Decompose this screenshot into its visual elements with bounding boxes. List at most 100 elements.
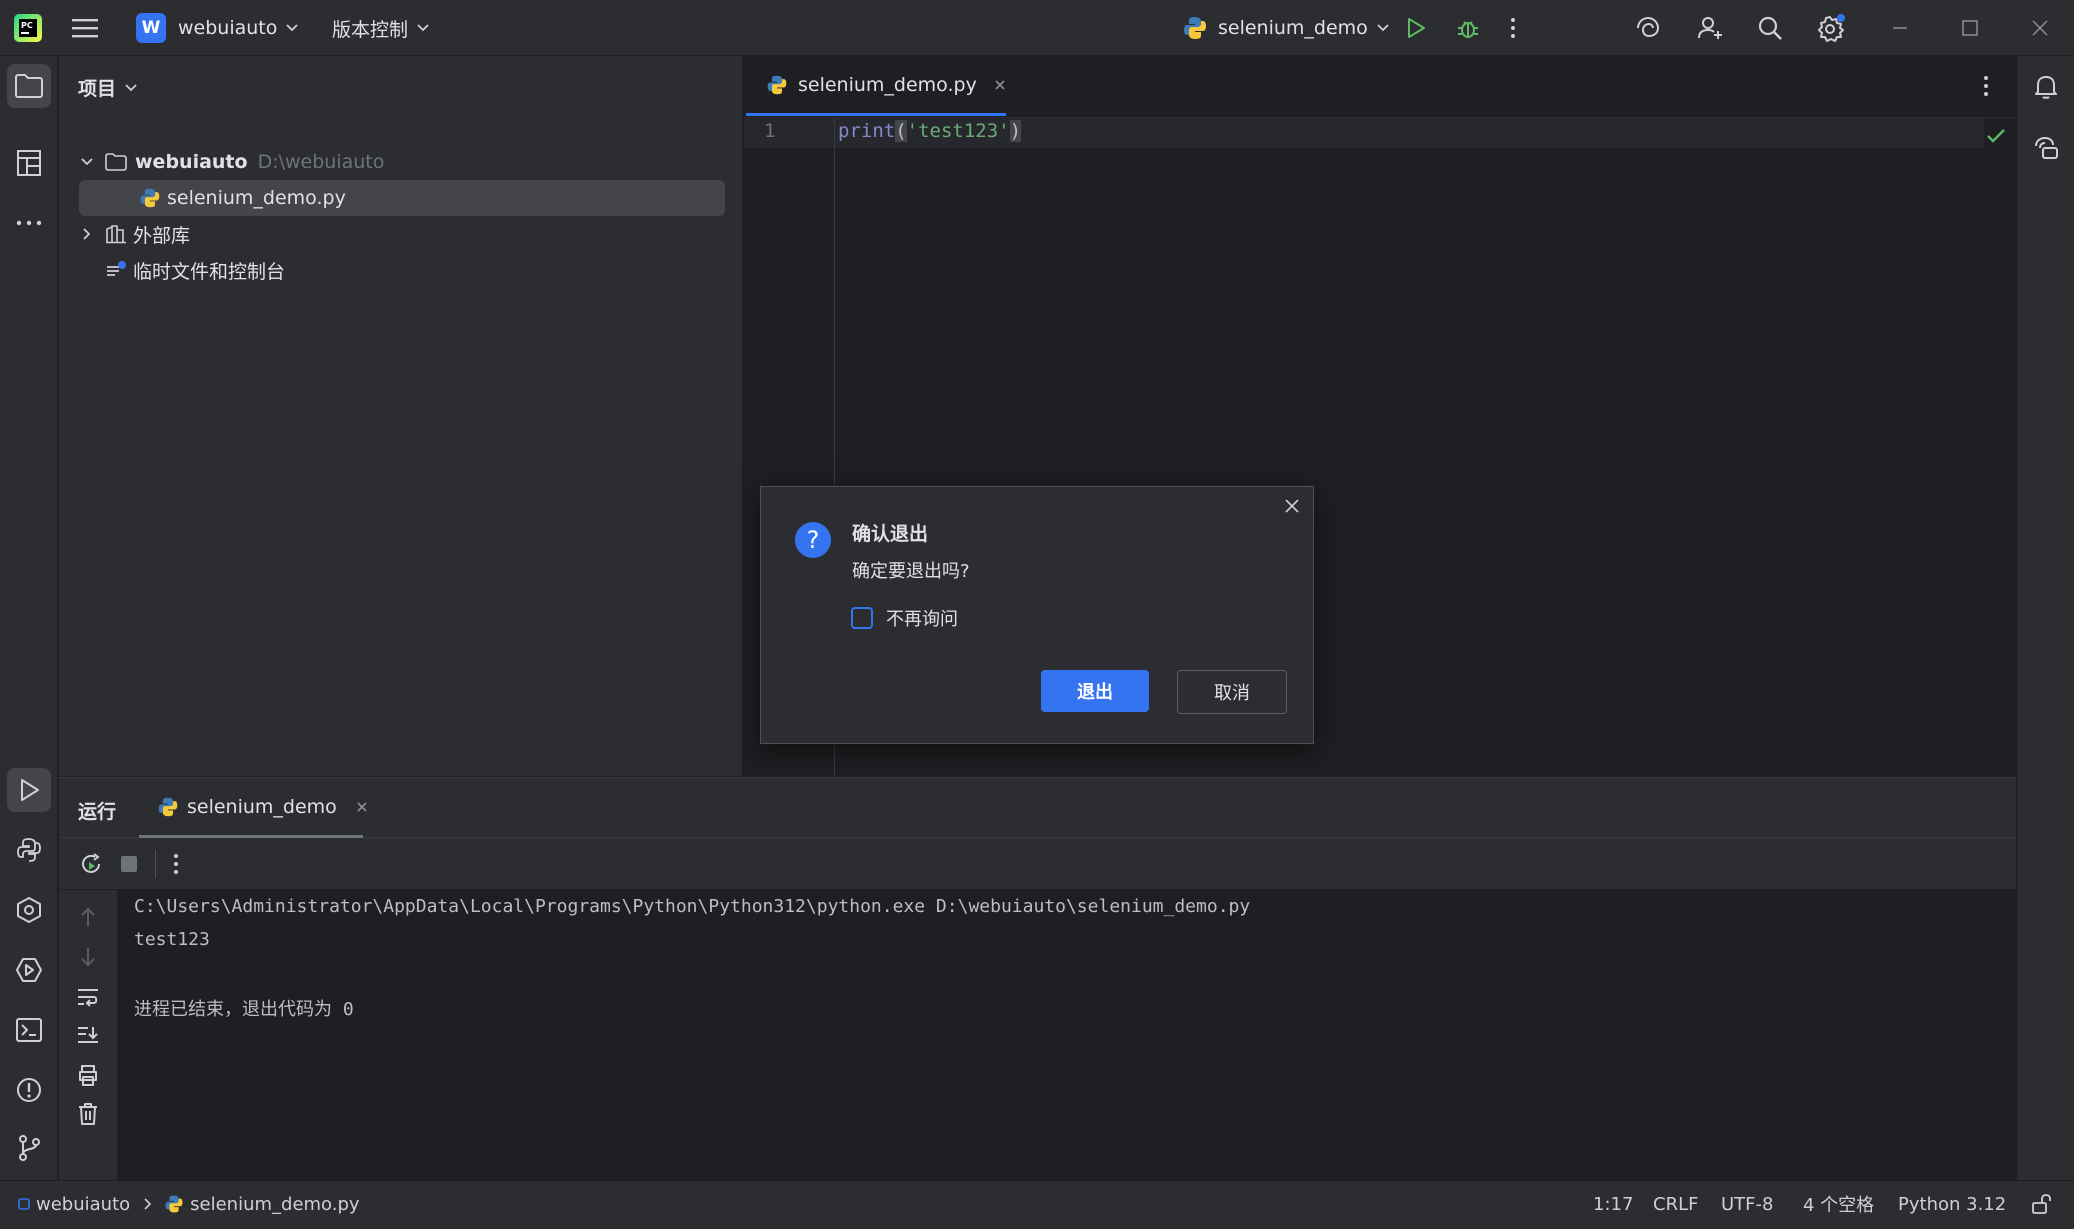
packages-icon [15,896,43,924]
maximize-window-icon[interactable] [1960,0,1980,56]
ai-assistant-icon[interactable] [1634,0,1662,56]
rerun-icon[interactable] [79,852,103,876]
python-interpreter[interactable]: Python 3.12 [1898,1181,2006,1227]
warning-circle-icon [15,1076,43,1104]
run-tab-selenium-demo[interactable]: selenium_demo [139,778,367,838]
arrow-down-icon[interactable] [78,946,98,968]
scroll-to-end-icon[interactable] [76,1024,100,1046]
close-tab-icon[interactable] [355,800,369,814]
run-side-toolbar [59,890,117,1181]
editor-more-icon[interactable] [1982,74,1990,98]
dont-ask-checkbox[interactable]: 不再询问 [851,605,958,631]
play-icon [1404,16,1428,40]
minimize-window-icon[interactable] [1890,0,1910,56]
run-more-icon[interactable] [172,852,180,876]
problems-button[interactable] [7,1068,51,1112]
git-button[interactable] [7,1126,51,1170]
search-icon[interactable] [1756,0,1784,56]
terminal-button[interactable] [7,1008,51,1052]
run-button[interactable] [1404,0,1428,56]
arrow-up-icon[interactable] [78,906,98,928]
editor-tab-selenium-demo[interactable]: selenium_demo.py [746,56,1006,116]
editor-tab-bar: selenium_demo.py [744,56,2016,118]
bug-icon [1455,15,1481,41]
unlock-icon[interactable] [2030,1181,2052,1227]
notifications-button[interactable] [2024,64,2068,108]
print-icon[interactable] [76,1064,100,1086]
file-encoding-text: UTF-8 [1721,1193,1774,1215]
stop-icon[interactable] [119,854,139,874]
main-menu-icon[interactable] [72,0,98,56]
git-branch-icon [16,1134,42,1162]
breadcrumb-project[interactable]: webuiauto [36,1194,130,1215]
add-user-icon[interactable] [1696,0,1724,56]
python-console-button[interactable] [7,828,51,872]
caret-position[interactable]: 1:17 [1593,1181,1633,1227]
close-tab-icon[interactable] [993,78,1007,92]
caret-position-text: 1:17 [1593,1193,1634,1215]
trash-icon[interactable] [77,1102,99,1126]
console-line-output: test123 [134,929,210,950]
library-icon [105,224,127,244]
tree-scratches-consoles[interactable]: 临时文件和控制台 [79,252,285,288]
pycharm-logo-icon[interactable]: PC [14,0,42,56]
left-tool-strip [0,56,58,1180]
code-open-paren: ( [895,120,907,142]
project-badge: W [136,13,166,43]
debug-button[interactable] [1455,0,1481,56]
project-view-selector[interactable]: 项目 [78,74,138,101]
dialog-message: 确定要退出吗? [852,561,970,582]
chevron-down-icon [1376,23,1390,33]
settings-gear-icon[interactable] [1816,0,1846,56]
soft-wrap-icon[interactable] [76,986,100,1008]
chevron-down-icon [416,23,430,33]
tree-file-selenium-demo[interactable]: selenium_demo.py [79,180,725,216]
line-number: 1 [764,120,776,142]
ai-chat-button[interactable] [2024,126,2068,170]
run-tab-label: selenium_demo [187,795,337,818]
inspection-ok-icon[interactable] [1986,128,2006,144]
breadcrumb: webuiauto selenium_demo.py [18,1181,360,1227]
tree-external-libraries[interactable]: 外部库 [79,216,190,252]
checkbox-label: 不再询问 [886,609,958,630]
folder-icon [14,73,44,99]
close-window-icon[interactable] [2030,0,2050,56]
python-file-icon [766,74,788,96]
file-encoding[interactable]: UTF-8 [1721,1181,1773,1227]
line-separator[interactable]: CRLF [1653,1181,1698,1227]
more-actions-icon[interactable] [1509,0,1517,56]
ai-chat-icon [2032,134,2060,162]
python-console-icon [15,836,43,864]
run-panel-header: 运行 selenium_demo [59,778,2016,838]
indent-setting[interactable]: 4 个空格 [1803,1181,1874,1227]
project-panel: 项目 webuiauto D:\webuiauto selenium_demo.… [59,56,743,776]
more-tools-button[interactable] [7,201,51,245]
tree-root-webuiauto[interactable]: webuiauto D:\webuiauto [79,144,384,180]
project-name: webuiauto [178,17,278,39]
right-tool-strip [2016,56,2074,1180]
code-func: print [838,120,896,142]
services-button[interactable] [7,948,51,992]
code-close-paren: ) [1009,120,1022,142]
python-packages-button[interactable] [7,888,51,932]
cancel-button[interactable]: 取消 [1177,670,1287,714]
close-dialog-icon[interactable] [1283,497,1301,515]
run-tool-button[interactable] [7,768,51,812]
code-line[interactable]: print('test123') [838,120,1022,142]
checkbox-box [851,607,873,629]
vcs-label: 版本控制 [332,18,409,41]
exit-button[interactable]: 退出 [1041,670,1149,712]
folder-icon [105,153,127,171]
services-icon [15,956,43,984]
run-config-selector[interactable]: selenium_demo [1182,0,1390,56]
project-tool-button[interactable] [7,64,51,108]
run-toolbar [59,838,2016,890]
python-file-icon [139,187,161,209]
breadcrumb-file[interactable]: selenium_demo.py [190,1194,359,1215]
structure-tool-button[interactable] [7,141,51,185]
run-panel-title: 运行 [78,801,117,823]
svg-text:PC: PC [21,21,33,30]
scratches-label: 临时文件和控制台 [133,260,286,283]
vcs-menu[interactable]: 版本控制 [332,0,430,56]
project-switcher[interactable]: W webuiauto [136,0,299,56]
